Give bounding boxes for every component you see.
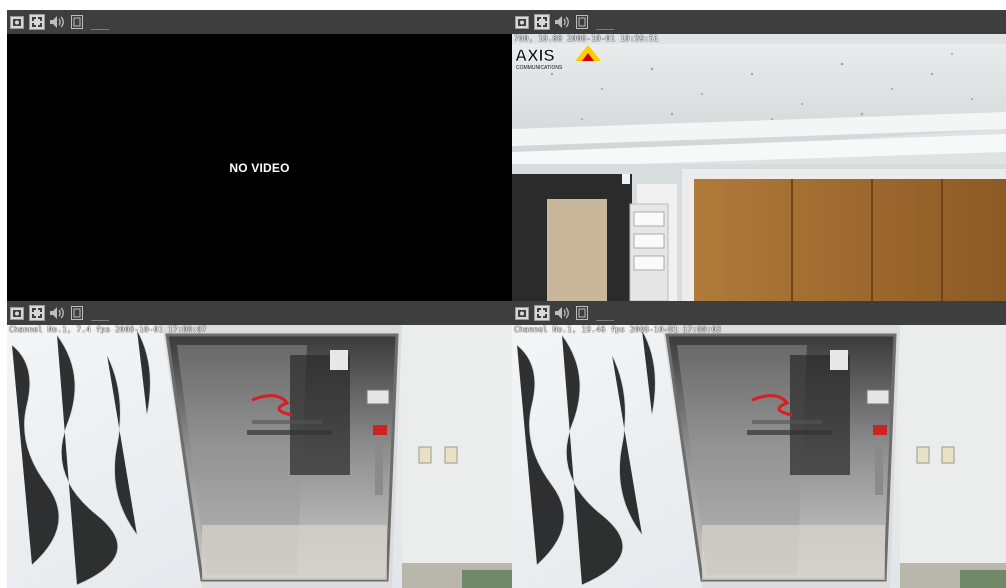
camera-feed-image: [7, 325, 512, 588]
overlay-timestamp: Channel No.1, 7.4 fps 2008-10-01 17:00:0…: [9, 325, 207, 334]
axis-logo: AXIS COMMUNICATIONS: [515, 45, 607, 75]
fullscreen-icon[interactable]: [29, 14, 45, 30]
audio-icon[interactable]: [49, 14, 65, 30]
fullscreen-icon[interactable]: [534, 14, 550, 30]
pane-label: ___: [91, 310, 110, 321]
camera-grid: ___ NO VIDEO ___ 700, 18.88 2008-10-01 1…: [7, 10, 1006, 588]
svg-text:AXIS: AXIS: [515, 46, 555, 65]
no-video-status: NO VIDEO: [229, 160, 290, 175]
camera-pane-3[interactable]: ___ Channel No.1, 7.4 fps 2008-10-01 17:…: [7, 301, 512, 588]
camera-pane-2[interactable]: ___ 700, 18.88 2008-10-01 18:59:51 AXIS …: [512, 10, 1006, 301]
video-area[interactable]: Channel No.1, 7.4 fps 2008-10-01 17:00:0…: [7, 325, 512, 588]
fullscreen-icon[interactable]: [29, 305, 45, 321]
audio-icon[interactable]: [49, 305, 65, 321]
record-icon[interactable]: [69, 305, 85, 321]
pane-label: ___: [596, 310, 615, 321]
video-area[interactable]: Channel No.1, 19.46 fps 2008-10-01 17:00…: [512, 325, 1006, 588]
video-area[interactable]: 700, 18.88 2008-10-01 18:59:51 AXIS COMM…: [512, 34, 1006, 301]
pane-toolbar: ___: [7, 10, 512, 34]
snapshot-icon[interactable]: [9, 14, 25, 30]
overlay-timestamp: Channel No.1, 19.46 fps 2008-10-01 17:00…: [514, 325, 722, 334]
audio-icon[interactable]: [554, 305, 570, 321]
snapshot-icon[interactable]: [9, 305, 25, 321]
record-icon[interactable]: [69, 14, 85, 30]
camera-pane-4[interactable]: ___ Channel No.1, 19.46 fps 2008-10-01 1…: [512, 301, 1006, 588]
pane-toolbar: ___: [512, 301, 1006, 325]
audio-icon[interactable]: [554, 14, 570, 30]
record-icon[interactable]: [574, 305, 590, 321]
pane-toolbar: ___: [7, 301, 512, 325]
snapshot-icon[interactable]: [514, 305, 530, 321]
camera-feed-image: [512, 325, 1006, 588]
record-icon[interactable]: [574, 14, 590, 30]
fullscreen-icon[interactable]: [534, 305, 550, 321]
svg-text:COMMUNICATIONS: COMMUNICATIONS: [516, 65, 563, 71]
pane-toolbar: ___: [512, 10, 1006, 34]
snapshot-icon[interactable]: [514, 14, 530, 30]
camera-pane-1[interactable]: ___ NO VIDEO: [7, 10, 512, 301]
pane-label: ___: [596, 19, 615, 30]
video-area[interactable]: NO VIDEO: [7, 34, 512, 301]
overlay-timestamp: 700, 18.88 2008-10-01 18:59:51: [514, 34, 659, 43]
pane-label: ___: [91, 19, 110, 30]
